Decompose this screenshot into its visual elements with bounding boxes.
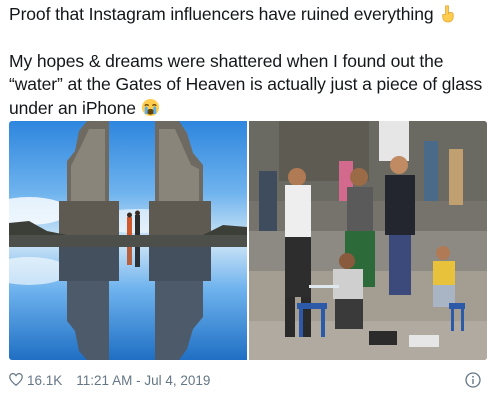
tweet-line-2: My hopes & dreams were shattered when I … (9, 50, 483, 118)
info-icon[interactable] (465, 372, 481, 388)
tweet-media[interactable] (9, 121, 487, 360)
tweet-line-1: Proof that Instagram influencers have ru… (9, 4, 434, 24)
heart-icon[interactable] (9, 373, 23, 387)
tweet-line-1-container: Proof that Instagram influencers have ru… (9, 3, 493, 27)
tweet-timestamp[interactable]: 11:21 AM - Jul 4, 2019 (76, 373, 210, 388)
behind-the-scenes-photo[interactable] (249, 121, 487, 360)
tweet-line-2-container: My hopes & dreams were shattered when I … (9, 50, 493, 121)
tweet-text: Proof that Instagram influencers have ru… (9, 3, 493, 120)
gates-of-heaven-photo[interactable] (9, 121, 247, 360)
tweet-card: Proof that Instagram influencers have ru… (0, 0, 496, 403)
tweet-meta-bar: 16.1K 11:21 AM - Jul 4, 2019 (9, 370, 487, 390)
crying-face-icon (141, 98, 159, 116)
pointing-down-hand-icon (442, 5, 454, 23)
like-count[interactable]: 16.1K (27, 373, 62, 388)
